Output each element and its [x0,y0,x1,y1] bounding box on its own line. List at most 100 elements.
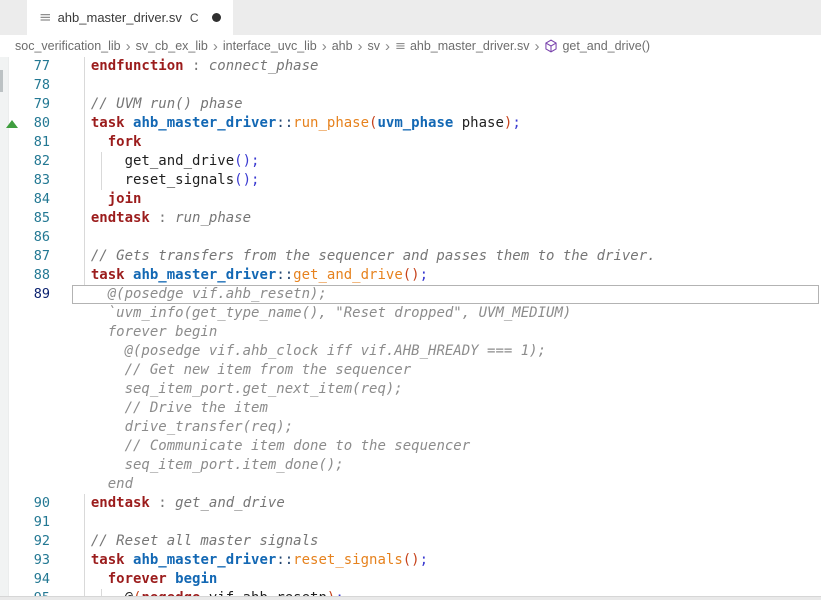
gutter-glyph-margin[interactable] [0,304,26,323]
code-text[interactable]: seq_item_port.item_done(); [74,456,344,475]
gutter-glyph-margin[interactable] [0,95,26,114]
breadcrumb-item[interactable]: soc_verification_lib [15,39,121,53]
line-number[interactable]: 90 [26,494,52,513]
code-line: // Get new item from the sequencer [0,361,821,380]
code-text[interactable]: // Get new item from the sequencer [74,361,411,380]
line-number[interactable] [26,475,52,494]
indent-guide [84,570,85,589]
indent-guide [84,532,85,551]
gutter-glyph-margin[interactable] [0,247,26,266]
line-number[interactable]: 82 [26,152,52,171]
code-text[interactable]: // Communicate item done to the sequence… [74,437,470,456]
breadcrumb-item[interactable]: ahb [332,39,353,53]
line-number[interactable]: 91 [26,513,52,532]
line-number[interactable] [26,399,52,418]
line-number[interactable]: 84 [26,190,52,209]
code-text[interactable]: `uvm_info(get_type_name(), "Reset droppe… [74,304,571,323]
gutter-glyph-margin[interactable] [0,190,26,209]
line-number[interactable] [26,437,52,456]
line-number[interactable]: 88 [26,266,52,285]
breadcrumb-item[interactable]: sv_cb_ex_lib [136,39,208,53]
gutter-glyph-margin[interactable] [0,57,26,76]
code-text[interactable]: task ahb_master_driver::get_and_drive(); [74,266,428,285]
gutter-glyph-margin[interactable] [0,361,26,380]
line-number[interactable]: 94 [26,570,52,589]
indent-guide [84,551,85,570]
gutter-marker-icon[interactable] [6,120,18,128]
line-number[interactable]: 79 [26,95,52,114]
breadcrumb: soc_verification_lib›sv_cb_ex_lib›interf… [0,35,821,57]
code-text[interactable]: endtask : get_and_drive [74,494,285,513]
gutter-glyph-margin[interactable] [0,399,26,418]
line-number[interactable] [26,361,52,380]
gutter-glyph-margin[interactable] [0,380,26,399]
code-text[interactable]: // Gets transfers from the sequencer and… [74,247,656,266]
code-text[interactable]: endtask : run_phase [74,209,251,228]
code-text[interactable]: task ahb_master_driver::reset_signals(); [74,551,428,570]
modified-dot-icon[interactable] [212,13,221,22]
line-number[interactable]: 87 [26,247,52,266]
breadcrumb-item[interactable]: sv [368,39,381,53]
code-text[interactable]: forever begin [74,323,217,342]
line-number[interactable]: 92 [26,532,52,551]
gutter-glyph-margin[interactable] [0,266,26,285]
code-text[interactable]: drive_transfer(req); [74,418,293,437]
line-number[interactable]: 81 [26,133,52,152]
code-line: @(posedge vif.ahb_clock iff vif.AHB_HREA… [0,342,821,361]
breadcrumb-item-file[interactable]: ≡ ahb_master_driver.sv [395,39,529,53]
code-editor[interactable]: 77 endfunction : connect_phase 7879 // UV… [0,57,821,600]
code-text[interactable]: forever begin [74,570,217,589]
gutter-glyph-margin[interactable] [0,456,26,475]
gutter-glyph-margin[interactable] [0,418,26,437]
line-number[interactable] [26,342,52,361]
gutter-glyph-margin[interactable] [0,133,26,152]
code-text[interactable]: endfunction : connect_phase [74,57,318,76]
breadcrumb-item[interactable]: interface_uvc_lib [223,39,317,53]
breadcrumb-item-symbol[interactable]: get_and_drive() [544,39,650,53]
line-number[interactable] [26,304,52,323]
code-text[interactable]: @(posedge vif.ahb_resetn); [74,285,327,304]
code-text[interactable]: seq_item_port.get_next_item(req); [74,380,403,399]
gutter-glyph-margin[interactable] [0,285,26,304]
tab-ahb-master-driver[interactable]: ≡ ahb_master_driver.sv C [27,0,233,35]
code-text[interactable]: // Drive the item [74,399,268,418]
breadcrumb-symbol-label: get_and_drive() [562,39,650,53]
gutter-glyph-margin[interactable] [0,532,26,551]
line-number[interactable] [26,380,52,399]
line-number[interactable]: 89 [26,285,52,304]
line-number[interactable] [26,418,52,437]
indent-guide [84,494,85,513]
breadcrumb-file-label: ahb_master_driver.sv [410,39,530,53]
gutter-glyph-margin[interactable] [0,551,26,570]
line-number[interactable]: 78 [26,76,52,95]
line-number[interactable]: 77 [26,57,52,76]
code-text[interactable]: end [74,475,133,494]
line-number[interactable]: 93 [26,551,52,570]
gutter-glyph-margin[interactable] [0,152,26,171]
gutter-glyph-margin[interactable] [0,228,26,247]
gutter-glyph-margin[interactable] [0,342,26,361]
indent-guide [101,171,102,190]
gutter-glyph-margin[interactable] [0,437,26,456]
gutter-glyph-margin[interactable] [0,209,26,228]
gutter-glyph-margin[interactable] [0,76,26,95]
gutter-glyph-margin[interactable] [0,323,26,342]
gutter-glyph-margin[interactable] [0,114,26,133]
line-number[interactable] [26,456,52,475]
line-number[interactable]: 85 [26,209,52,228]
file-lines-icon: ≡ [39,10,52,25]
code-text[interactable]: // Reset all master signals [74,532,318,551]
gutter-glyph-margin[interactable] [0,171,26,190]
code-text[interactable]: task ahb_master_driver::run_phase(uvm_ph… [74,114,521,133]
line-number[interactable] [26,323,52,342]
line-number[interactable]: 83 [26,171,52,190]
gutter-glyph-margin[interactable] [0,570,26,589]
tab-title: ahb_master_driver.sv [58,10,182,25]
gutter-glyph-margin[interactable] [0,475,26,494]
code-text[interactable]: @(posedge vif.ahb_clock iff vif.AHB_HREA… [74,342,546,361]
line-number[interactable]: 80 [26,114,52,133]
line-number[interactable]: 86 [26,228,52,247]
code-text[interactable]: // UVM run() phase [74,95,243,114]
gutter-glyph-margin[interactable] [0,513,26,532]
gutter-glyph-margin[interactable] [0,494,26,513]
